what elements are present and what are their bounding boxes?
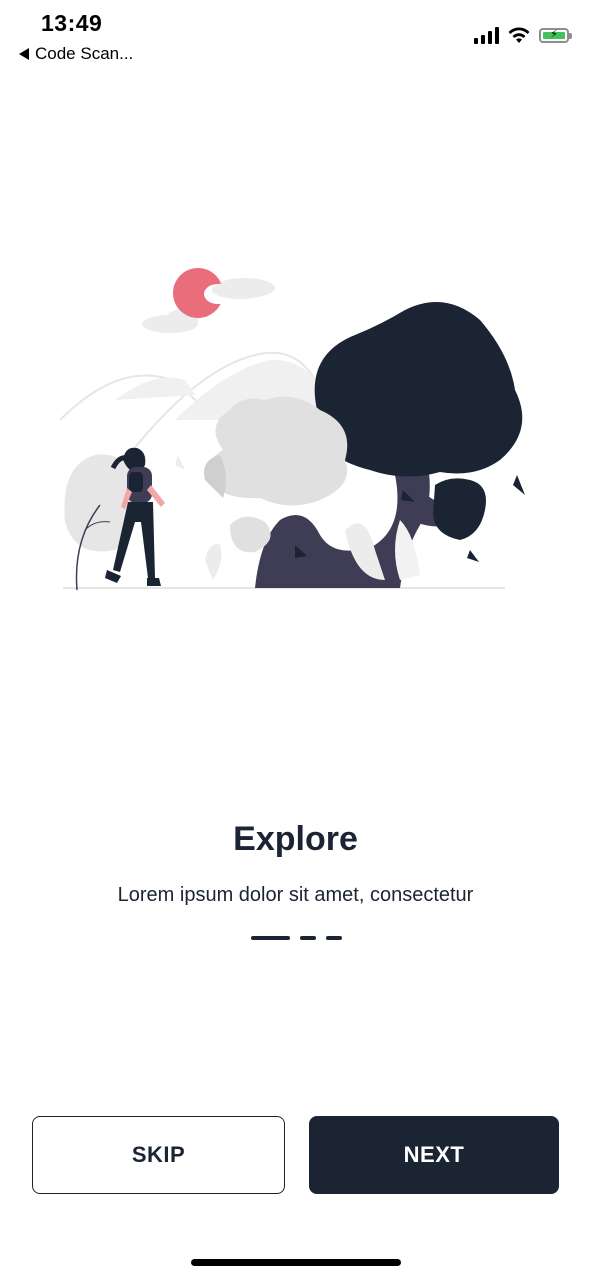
explore-illustration [59, 268, 525, 591]
page-indicator-dot [300, 936, 316, 940]
battery-charging-icon: ⚡ [539, 27, 572, 43]
signal-icon [474, 26, 499, 44]
back-arrow-icon [19, 48, 29, 60]
page-indicator-dot [326, 936, 342, 940]
page-title: Explore [233, 820, 358, 858]
status-icons: ⚡ [474, 26, 572, 44]
status-time: 13:49 [41, 10, 103, 36]
back-to-app-link[interactable]: Code Scan... [19, 44, 133, 64]
back-app-label: Code Scan... [35, 44, 134, 63]
next-button[interactable]: NEXT [309, 1116, 559, 1194]
skip-button[interactable]: SKIP [32, 1116, 285, 1194]
page-indicator-dot-active [251, 936, 290, 940]
page-subtitle: Lorem ipsum dolor sit amet, consectetur [117, 884, 474, 906]
wifi-icon [508, 27, 530, 43]
page-indicator [251, 936, 342, 940]
home-indicator[interactable] [191, 1259, 401, 1266]
